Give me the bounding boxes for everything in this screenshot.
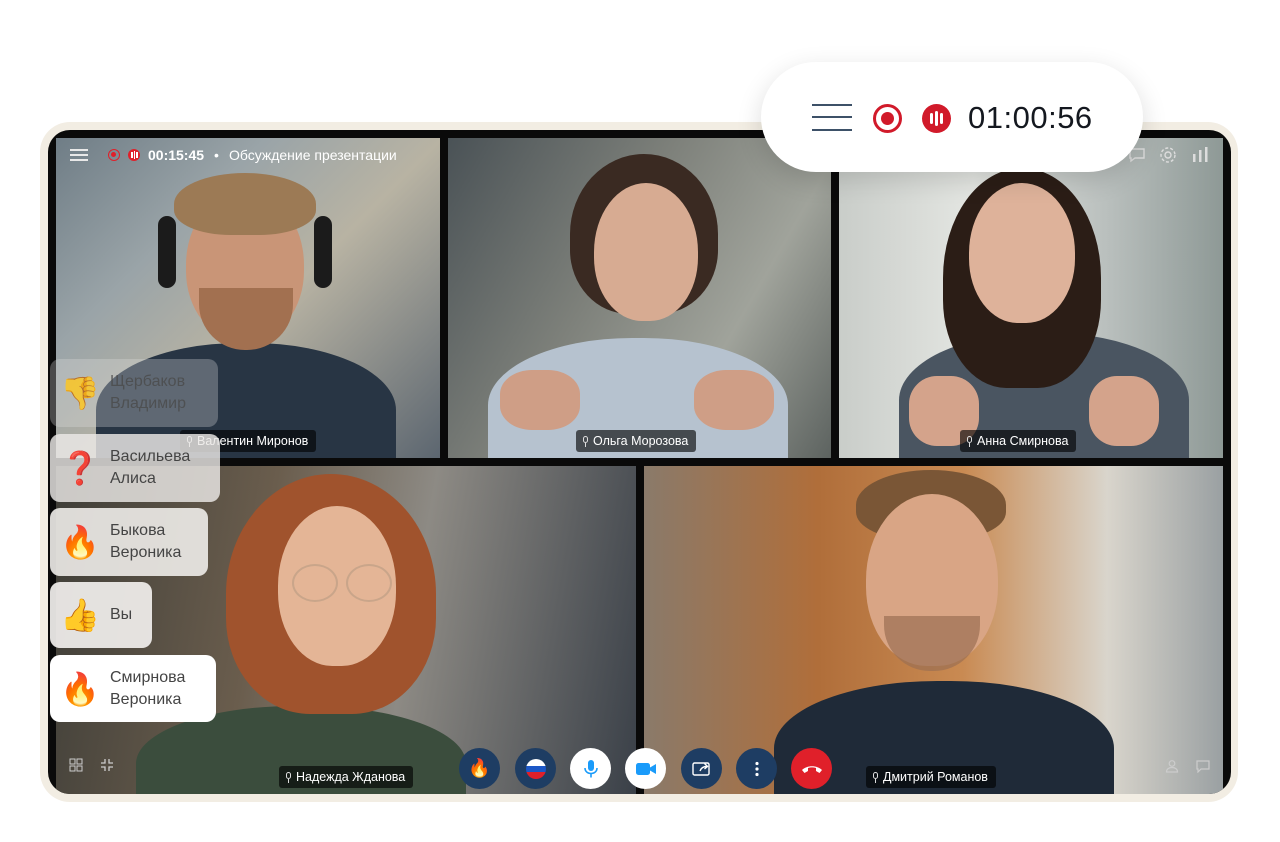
thumbs-up-icon: 👍: [60, 597, 100, 633]
flag-icon: [525, 758, 546, 779]
meeting-topbar: 00:15:45 • Обсуждение презентации: [70, 144, 397, 166]
participant-name-tag: Ольга Морозова: [576, 430, 697, 452]
participant-name-tag: Анна Смирнова: [960, 430, 1077, 452]
question-icon: ❓: [60, 450, 100, 486]
participants-icon[interactable]: [1165, 759, 1179, 773]
more-button[interactable]: [736, 748, 777, 789]
meeting-title: Обсуждение презентации: [228, 147, 397, 163]
fire-icon: 🔥: [468, 758, 491, 778]
video-tile-olga[interactable]: Ольга Морозова: [448, 138, 831, 458]
menu-icon[interactable]: [70, 148, 88, 162]
mic-icon: [872, 771, 879, 783]
reaction-item: 🔥 Смирнова Вероника: [50, 655, 216, 722]
gear-icon[interactable]: [1159, 146, 1177, 164]
reaction-item: 👍 Вы: [50, 582, 152, 648]
reaction-button[interactable]: 🔥: [459, 748, 500, 789]
fire-icon: 🔥: [60, 524, 100, 560]
share-icon: [691, 761, 710, 776]
topbar-separator: •: [214, 147, 219, 163]
reaction-item: 👎 Щербаков Владимир: [50, 359, 218, 427]
hangup-icon: [801, 765, 822, 773]
share-screen-button[interactable]: [681, 748, 722, 789]
camera-icon: [635, 762, 656, 775]
thumbs-down-icon: 👎: [60, 375, 100, 411]
fire-icon: 🔥: [60, 670, 100, 707]
mic-icon: [583, 759, 598, 777]
mic-button[interactable]: [570, 748, 611, 789]
live-icon: [922, 104, 951, 133]
reaction-item: 🔥 Быкова Вероника: [50, 508, 208, 576]
mic-icon: [966, 435, 973, 447]
grid-icon[interactable]: [69, 758, 83, 772]
participant-name-tag: Надежда Жданова: [279, 766, 414, 788]
meeting-timer: 00:15:45: [148, 147, 205, 163]
end-call-button[interactable]: [791, 748, 832, 789]
video-tile-dmitry[interactable]: Дмитрий Романов: [644, 466, 1223, 794]
mic-icon: [285, 771, 292, 783]
video-conference-screen: Валентин Миронов Ольга Морозова Анна Сми…: [48, 130, 1231, 794]
record-icon[interactable]: [108, 149, 120, 161]
language-button[interactable]: [515, 748, 556, 789]
camera-button[interactable]: [625, 748, 666, 789]
stats-icon[interactable]: [1191, 146, 1209, 164]
recording-callout: 01:00:56: [761, 62, 1143, 172]
reaction-item: ❓ Васильева Алиса: [50, 434, 220, 502]
record-icon[interactable]: [873, 104, 902, 133]
message-icon[interactable]: [1196, 759, 1210, 774]
live-icon: [128, 149, 140, 161]
recording-timer: 01:00:56: [968, 100, 1093, 135]
menu-icon[interactable]: [812, 103, 852, 131]
collapse-icon[interactable]: [100, 758, 114, 772]
video-tile-anna[interactable]: Анна Смирнова: [839, 138, 1223, 458]
more-icon: [754, 761, 759, 776]
participant-name-tag: Дмитрий Романов: [866, 766, 996, 788]
mic-icon: [582, 435, 589, 447]
